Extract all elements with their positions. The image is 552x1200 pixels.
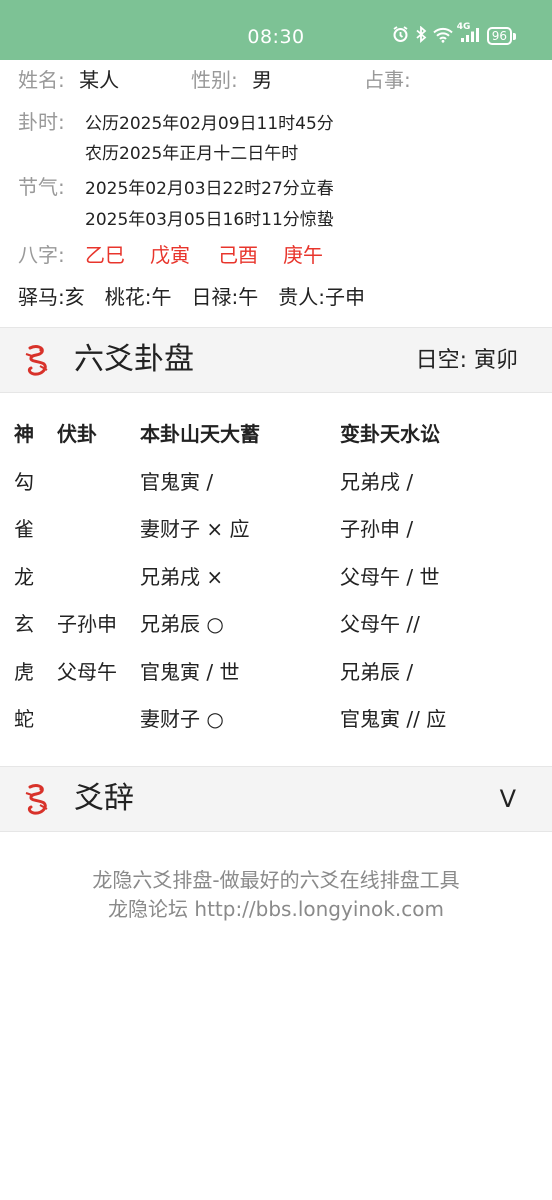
bazi-pillar-hour: 庚午 [283, 243, 323, 267]
table-row: 雀 妻财子 × 应 子孙申 / [0, 505, 552, 553]
info-row-gender: 性别: 男 [191, 67, 272, 93]
lunar-time: 农历2025年正月十二日午时 [85, 144, 299, 164]
gender-label: 性别: [191, 68, 238, 92]
bluetooth-icon [415, 25, 427, 46]
signal-icon: 4G [457, 22, 481, 46]
cell-fugua: 子孙申 [57, 612, 117, 636]
bazi-pillar-day: 己酉 [218, 243, 258, 267]
gender-value: 男 [252, 68, 273, 92]
footer: 龙隐六爻排盘-做最好的六爻在线排盘工具 龙隐论坛 http://bbs.long… [0, 866, 552, 924]
cell-shen: 勾 [14, 469, 34, 494]
status-bar: 08:30 4G 96 [0, 0, 552, 60]
solar-term-1: 2025年02月03日22时27分立春 [85, 179, 334, 199]
day-kong: 日空: 寅卯 [415, 348, 518, 373]
shensha-line: 驿马:亥 桃花:午 日禄:午 贵人:子申 [18, 285, 365, 309]
yaoci-section-title: 爻辞 [74, 781, 134, 816]
dragon-logo-icon [25, 345, 48, 376]
cell-biangua: 父母午 / 世 [340, 564, 440, 589]
matter-label: 占事: [364, 68, 411, 92]
info-row-time: 卦时: [18, 109, 65, 135]
header-shen: 神 [14, 422, 34, 446]
cell-bengua: 官鬼寅 / 世 [140, 659, 240, 684]
table-row: 勾 官鬼寅 / 兄弟戌 / [0, 458, 552, 506]
cell-shen: 雀 [14, 517, 34, 541]
footer-forum-link[interactable]: 龙隐论坛 http://bbs.longyinok.com [0, 895, 552, 924]
alarm-icon [392, 26, 409, 46]
bazi-label: 八字: [18, 243, 65, 267]
cell-bengua: 妻财子 × 应 [140, 517, 250, 541]
bazi-pillar-month: 戊寅 [150, 243, 190, 267]
cell-shen: 龙 [14, 564, 34, 589]
header-biangua: 变卦天水讼 [340, 422, 440, 446]
cell-shen: 蛇 [14, 707, 34, 731]
cell-bengua: 兄弟辰 ○ [140, 612, 224, 636]
table-row: 蛇 妻财子 ○ 官鬼寅 // 应 [0, 695, 552, 743]
cell-biangua: 官鬼寅 // 应 [340, 707, 447, 731]
dragon-logo-icon [25, 784, 48, 815]
header-fugua: 伏卦 [57, 422, 97, 446]
bazi-pillar-year: 乙巳 [85, 243, 125, 267]
solar-term-2: 2025年03月05日16时11分惊蛰 [85, 210, 334, 230]
gua-table: 神 伏卦 本卦山天大蓄 变卦天水讼 勾 官鬼寅 / 兄弟戌 / 雀 妻财子 × … [0, 410, 552, 743]
battery-icon: 96 [486, 27, 516, 45]
name-value: 某人 [79, 68, 120, 92]
cell-biangua: 父母午 // [340, 612, 420, 636]
info-row-matter: 占事: [364, 67, 411, 93]
cell-bengua: 官鬼寅 / [140, 469, 214, 494]
cell-bengua: 妻财子 ○ [140, 707, 224, 731]
cell-bengua: 兄弟戌 × [140, 564, 224, 589]
table-header-row: 神 伏卦 本卦山天大蓄 变卦天水讼 [0, 410, 552, 458]
pan-section-header: 六爻卦盘 日空: 寅卯 [0, 327, 552, 393]
term-label: 节气: [18, 175, 65, 199]
info-row-name: 姓名: 某人 [18, 67, 119, 93]
cell-shen: 虎 [14, 659, 34, 684]
battery-level: 96 [486, 27, 512, 45]
time-label: 卦时: [18, 110, 65, 134]
yaoci-section-header[interactable]: 爻辞 V [0, 766, 552, 832]
status-icons: 4G 96 [392, 22, 516, 46]
name-label: 姓名: [18, 68, 65, 92]
footer-slogan: 龙隐六爻排盘-做最好的六爻在线排盘工具 [92, 868, 460, 892]
header-bengua: 本卦山天大蓄 [140, 422, 260, 446]
cell-biangua: 子孙申 / [340, 517, 414, 541]
cell-shen: 玄 [14, 612, 34, 636]
expand-toggle[interactable]: V [500, 783, 516, 815]
info-row-term: 节气: [18, 174, 65, 200]
cell-biangua: 兄弟戌 / [340, 469, 414, 494]
table-row: 玄 子孙申 兄弟辰 ○ 父母午 // [0, 600, 552, 648]
cell-fugua: 父母午 [57, 659, 117, 684]
info-row-bazi: 八字: [18, 242, 65, 268]
pan-section-title: 六爻卦盘 [74, 342, 194, 377]
table-row: 虎 父母午 官鬼寅 / 世 兄弟辰 / [0, 648, 552, 696]
table-row: 龙 兄弟戌 × 父母午 / 世 [0, 553, 552, 601]
gregorian-time: 公历2025年02月09日11时45分 [85, 114, 334, 134]
wifi-icon [433, 27, 453, 46]
cell-biangua: 兄弟辰 / [340, 659, 414, 684]
network-type: 4G [456, 21, 471, 32]
